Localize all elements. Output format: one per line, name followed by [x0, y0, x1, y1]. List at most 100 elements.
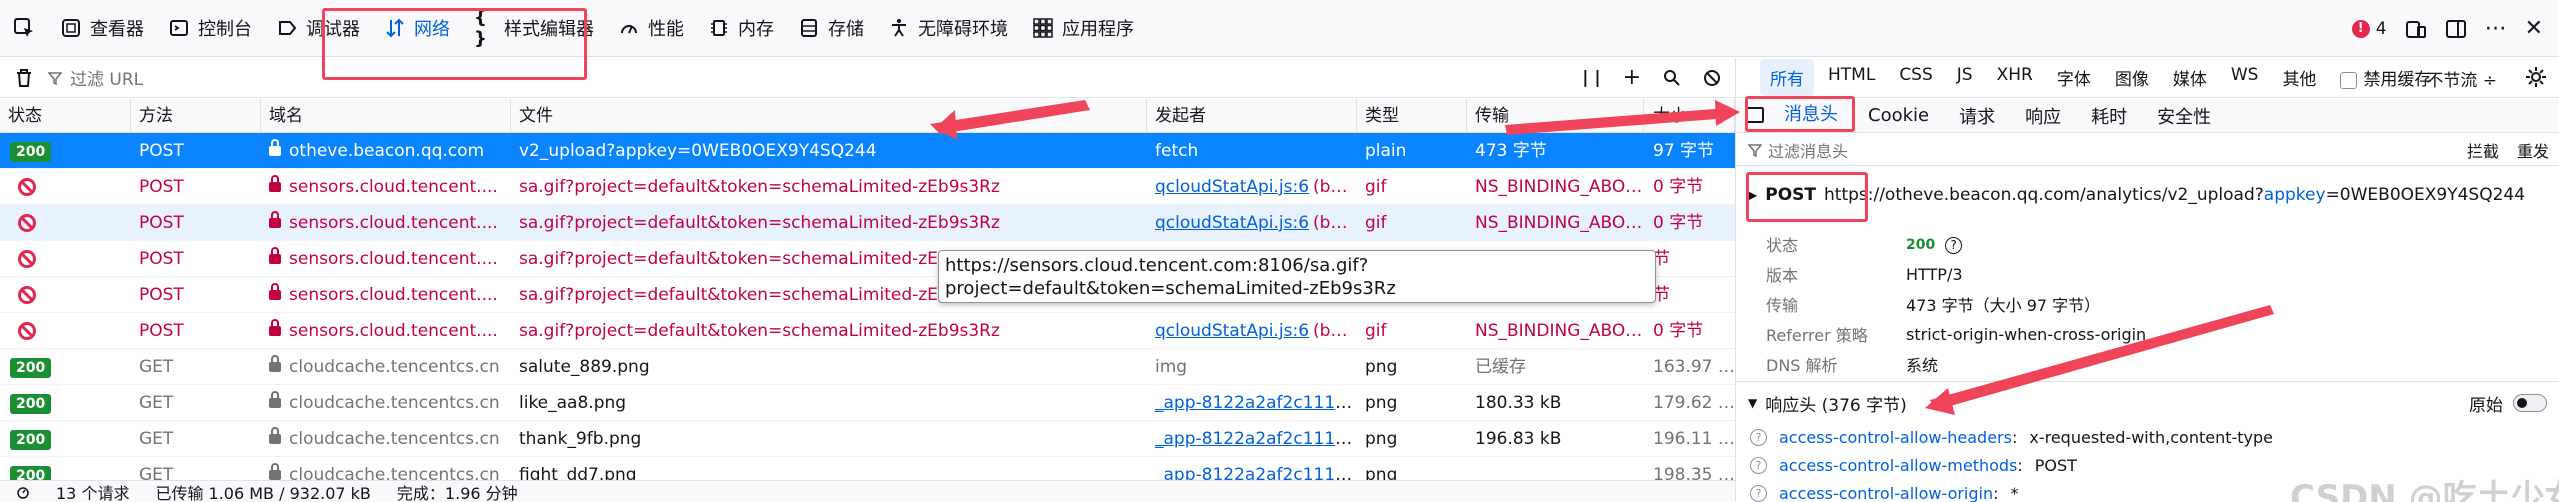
- status-cell: [0, 241, 131, 277]
- raw-switch[interactable]: [2513, 394, 2547, 412]
- initiator-link[interactable]: qcloudStatApi.js:6: [1155, 213, 1309, 233]
- lock-icon: [269, 463, 281, 480]
- throttle-select[interactable]: 不节流 ÷: [2426, 58, 2497, 98]
- file-cell: v2_upload?appkey=0WEB0OEX9Y4SQ244: [519, 141, 877, 161]
- initiator-link[interactable]: _app-8122a2af2c111715.j...: [1155, 429, 1357, 449]
- help-icon[interactable]: ?: [1750, 428, 1767, 446]
- initiator-link[interactable]: _app-8122a2af2c111715.j...: [1155, 393, 1357, 413]
- add-icon[interactable]: +: [1623, 65, 1641, 90]
- column-header-1[interactable]: 方法: [131, 99, 261, 133]
- tab-memory[interactable]: 内存: [696, 0, 786, 57]
- column-header-4[interactable]: 发起者: [1147, 99, 1357, 133]
- type-filter-4[interactable]: XHR: [1987, 59, 2043, 96]
- detail-tab-2[interactable]: 请求: [1959, 103, 1995, 129]
- section-divider: [1736, 381, 2559, 382]
- column-header-3[interactable]: 文件: [511, 99, 1147, 133]
- detail-tab-3[interactable]: 响应: [2025, 103, 2061, 129]
- pause-icon[interactable]: | |: [1582, 68, 1600, 88]
- error-count-badge[interactable]: ! 4: [2351, 19, 2387, 39]
- gear-icon[interactable]: [2525, 66, 2547, 93]
- element-picker-button[interactable]: [0, 0, 48, 57]
- column-header-6[interactable]: 传输: [1467, 99, 1644, 133]
- finish-time: 完成：1.96 分钟: [396, 483, 518, 502]
- column-header-0[interactable]: 状态: [0, 99, 131, 133]
- file-cell: salute_889.png: [519, 357, 650, 377]
- blocked-icon: [18, 322, 36, 340]
- blocked-icon: [18, 178, 36, 196]
- tab-label: 内存: [738, 19, 774, 40]
- transfer-cell: 已缓存: [1475, 357, 1526, 377]
- header-actions: 拦截 重发: [2467, 138, 2549, 162]
- request-table-header: 状态 方法 域名 文件 发起者 类型 传输 大小: [0, 99, 1735, 133]
- file-cell: thank_9fb.png: [519, 429, 642, 449]
- annotation-box-headers-tab: [1745, 96, 1855, 132]
- url-param-key: appkey: [2263, 185, 2326, 205]
- tab-accessibility[interactable]: 无障碍环境: [876, 0, 1020, 57]
- type-filter-2[interactable]: CSS: [1889, 59, 1942, 96]
- initiator-link[interactable]: qcloudStatApi.js:6: [1155, 177, 1309, 197]
- field-key: 状态: [1766, 236, 1799, 255]
- type-filter-5[interactable]: 字体: [2047, 59, 2101, 96]
- detail-tab-1[interactable]: Cookie: [1868, 105, 1929, 126]
- response-header-row[interactable]: ? access-control-allow-headers: x-requeste…: [1750, 424, 2550, 450]
- resend-button[interactable]: 重发: [2517, 138, 2549, 162]
- type-filter-3[interactable]: JS: [1947, 59, 1983, 96]
- type-filter-9[interactable]: 其他: [2272, 59, 2326, 96]
- responsive-design-icon[interactable]: [2405, 18, 2427, 40]
- size-cell: 163.97 kB: [1653, 357, 1735, 377]
- filter-icon: [1748, 143, 1762, 157]
- table-row[interactable]: 200 POST otheve.beacon.qq.com v2_upload?app…: [0, 133, 1735, 169]
- column-header-5[interactable]: 类型: [1357, 99, 1467, 133]
- status-cell: [0, 313, 131, 349]
- type-filter-6[interactable]: 图像: [2105, 59, 2159, 96]
- type-filter-8[interactable]: WS: [2221, 59, 2269, 96]
- tab-application[interactable]: 应用程序: [1020, 0, 1146, 57]
- raw-toggle[interactable]: 原始: [2469, 391, 2547, 416]
- column-header-2[interactable]: 域名: [261, 99, 511, 133]
- table-row[interactable]: POST sensors.cloud.tencent.... sa.gif?proj…: [0, 313, 1735, 349]
- detail-tab-5[interactable]: 安全性: [2157, 103, 2211, 129]
- tab-console[interactable]: 控制台: [156, 0, 264, 57]
- tab-inspector[interactable]: 查看器: [48, 0, 156, 57]
- initiator-link[interactable]: qcloudStatApi.js:6: [1155, 321, 1309, 341]
- domain-cell: cloudcache.tencentcs.cn: [261, 385, 511, 421]
- more-menu-icon[interactable]: ⋯: [2485, 16, 2507, 41]
- header-colon: :: [2011, 427, 2018, 447]
- url-filter-input[interactable]: 过滤 URL: [48, 65, 1582, 90]
- detail-tab-4[interactable]: 耗时: [2091, 103, 2127, 129]
- response-headers-section[interactable]: ▼ 响应头 (376 字节) 原始: [1736, 388, 2559, 418]
- field-value: strict-origin-when-cross-origin: [1906, 324, 2147, 344]
- tab-label: 性能: [648, 19, 684, 40]
- type-filter-7[interactable]: 媒体: [2163, 59, 2217, 96]
- search-icon[interactable]: [1663, 69, 1681, 87]
- trash-icon: [17, 68, 31, 87]
- type-filter-1[interactable]: HTML: [1818, 59, 1885, 96]
- tab-performance[interactable]: 性能: [606, 0, 696, 57]
- block-button[interactable]: 拦截: [2467, 138, 2499, 162]
- disable-cache-checkbox[interactable]: 禁用缓存: [2340, 65, 2431, 90]
- domain-text: sensors.cloud.tencent....: [289, 213, 498, 233]
- help-icon[interactable]: ?: [1750, 456, 1767, 474]
- dock-icon[interactable]: [2445, 18, 2467, 40]
- table-row[interactable]: 200 GET cloudcache.tencentcs.cn thank_9fb.p…: [0, 421, 1735, 457]
- column-header-7[interactable]: 大小: [1645, 99, 1735, 133]
- domain-cell: sensors.cloud.tencent....: [261, 241, 511, 277]
- block-requests-icon[interactable]: [1703, 69, 1721, 87]
- size-cell: 0 字节: [1653, 213, 1704, 233]
- table-row[interactable]: POST sensors.cloud.tencent.... sa.gif?proj…: [0, 169, 1735, 205]
- table-row[interactable]: 200 GET cloudcache.tencentcs.cn like_aa8.pn…: [0, 385, 1735, 421]
- size-cell: 196.11 kB: [1653, 429, 1735, 449]
- help-icon[interactable]: ?: [1945, 236, 1963, 254]
- help-icon[interactable]: ?: [1750, 484, 1767, 502]
- status-cell: [0, 169, 131, 205]
- header-filter-input[interactable]: 过滤消息头: [1768, 138, 1848, 162]
- table-row[interactable]: POST sensors.cloud.tencent.... sa.gif?proj…: [0, 205, 1735, 241]
- clear-button[interactable]: [0, 68, 48, 88]
- close-icon[interactable]: ✕: [2525, 16, 2543, 41]
- tab-storage[interactable]: 存储: [786, 0, 876, 57]
- table-row[interactable]: 200 GET cloudcache.tencentcs.cn salute_889.…: [0, 349, 1735, 385]
- domain-cell: sensors.cloud.tencent....: [261, 313, 511, 349]
- type-filter-0[interactable]: 所有: [1760, 59, 1814, 96]
- method-cell: POST: [139, 141, 184, 161]
- method-cell: GET: [139, 429, 174, 449]
